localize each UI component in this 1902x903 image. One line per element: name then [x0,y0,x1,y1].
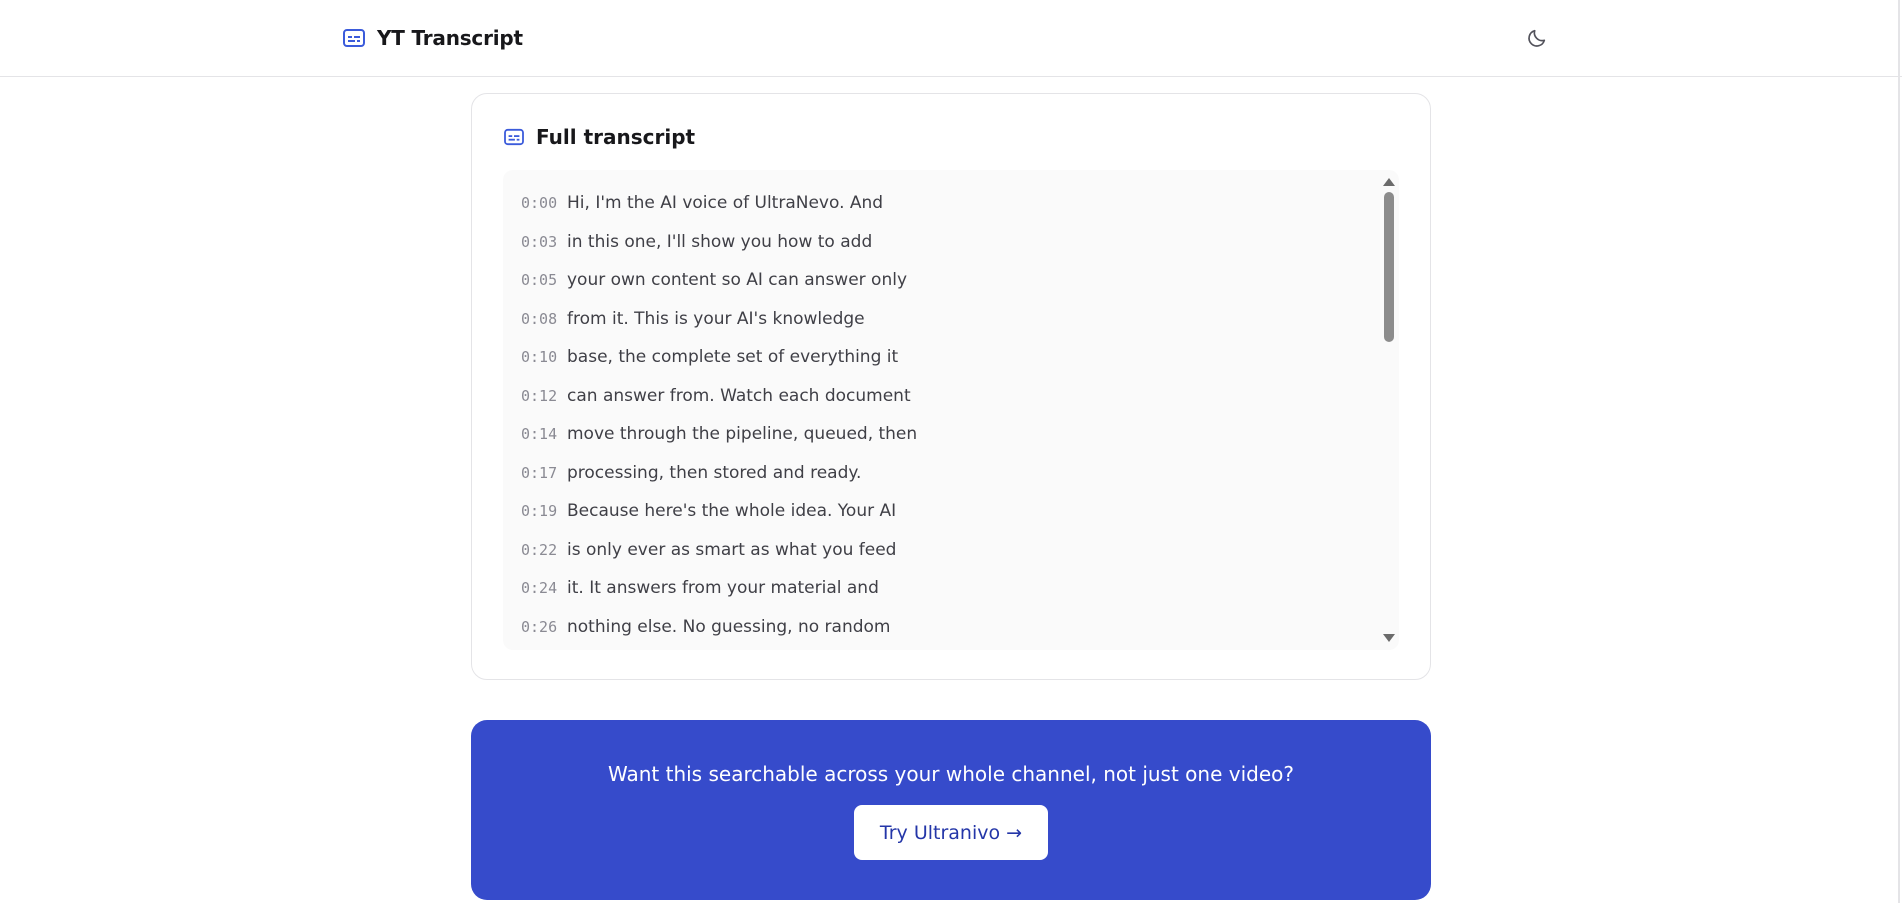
transcript-line[interactable]: 0:05 your own content so AI can answer o… [503,261,1375,300]
line-text: from it. This is your AI's knowledge [567,308,865,329]
window-edge-divider [1898,0,1900,903]
timestamp[interactable]: 0:00 [521,194,563,212]
line-text: base, the complete set of everything it [567,347,899,368]
moon-icon [1528,29,1546,47]
app-title: YT Transcript [377,26,523,50]
transcript-line[interactable]: 0:19 Because here's the whole idea. Your… [503,492,1375,531]
transcript-line[interactable]: 0:22 is only ever as smart as what you f… [503,531,1375,570]
transcript-card: Full transcript 0:00 Hi, I'm the AI voic… [471,93,1431,680]
timestamp[interactable]: 0:12 [521,387,563,405]
brand-link[interactable]: YT Transcript [343,24,523,52]
theme-toggle-button[interactable] [1523,24,1551,52]
transcript-line[interactable]: 0:08 from it. This is your AI's knowledg… [503,300,1375,339]
line-text: in this one, I'll show you how to add [567,231,873,252]
caption-icon [504,128,524,146]
timestamp[interactable]: 0:08 [521,310,563,328]
line-text: can answer from. Watch each document [567,385,911,406]
scroll-up-arrow-icon[interactable] [1383,178,1395,186]
timestamp[interactable]: 0:26 [521,618,563,636]
transcript-line[interactable]: 0:24 it. It answers from your material a… [503,569,1375,608]
timestamp[interactable]: 0:17 [521,464,563,482]
line-text: it. It answers from your material and [567,578,879,599]
transcript-line[interactable]: 0:17 processing, then stored and ready. [503,454,1375,493]
line-text: move through the pipeline, queued, then [567,424,918,445]
caption-icon [343,29,365,47]
timestamp[interactable]: 0:24 [521,579,563,597]
timestamp[interactable]: 0:14 [521,425,563,443]
cta-message: Want this searchable across your whole c… [607,762,1294,786]
transcript-line[interactable]: 0:03 in this one, I'll show you how to a… [503,223,1375,262]
line-text: Because here's the whole idea. Your AI [567,501,897,522]
scrollbar-thumb[interactable] [1384,192,1394,342]
line-text: is only ever as smart as what you feed [567,539,897,560]
line-text: your own content so AI can answer only [567,270,908,291]
timestamp[interactable]: 0:10 [521,348,563,366]
timestamp[interactable]: 0:03 [521,233,563,251]
transcript-title: Full transcript [536,125,696,149]
try-ultranivo-button[interactable]: Try Ultranivo → [854,805,1048,860]
scroll-down-arrow-icon[interactable] [1383,634,1395,642]
transcript-scrollbar[interactable] [1379,170,1399,650]
timestamp[interactable]: 0:05 [521,271,563,289]
timestamp[interactable]: 0:22 [521,541,563,559]
transcript-line[interactable]: 0:12 can answer from. Watch each documen… [503,377,1375,416]
transcript-line[interactable]: 0:26 nothing else. No guessing, no rando… [503,608,1375,647]
transcript-header: Full transcript [504,125,695,149]
line-text: nothing else. No guessing, no random [567,616,891,637]
transcript-scroll-area[interactable]: 0:00 Hi, I'm the AI voice of UltraNevo. … [503,170,1399,650]
top-header: YT Transcript [0,0,1902,77]
transcript-line[interactable]: 0:10 base, the complete set of everythin… [503,338,1375,377]
transcript-lines: 0:00 Hi, I'm the AI voice of UltraNevo. … [503,184,1375,646]
transcript-line[interactable]: 0:00 Hi, I'm the AI voice of UltraNevo. … [503,184,1375,223]
cta-banner: Want this searchable across your whole c… [471,720,1431,900]
line-text: Hi, I'm the AI voice of UltraNevo. And [567,193,884,214]
timestamp[interactable]: 0:19 [521,502,563,520]
transcript-line[interactable]: 0:14 move through the pipeline, queued, … [503,415,1375,454]
page: YT Transcript Full transcript 0:00 Hi, I… [0,0,1902,903]
line-text: processing, then stored and ready. [567,462,862,483]
